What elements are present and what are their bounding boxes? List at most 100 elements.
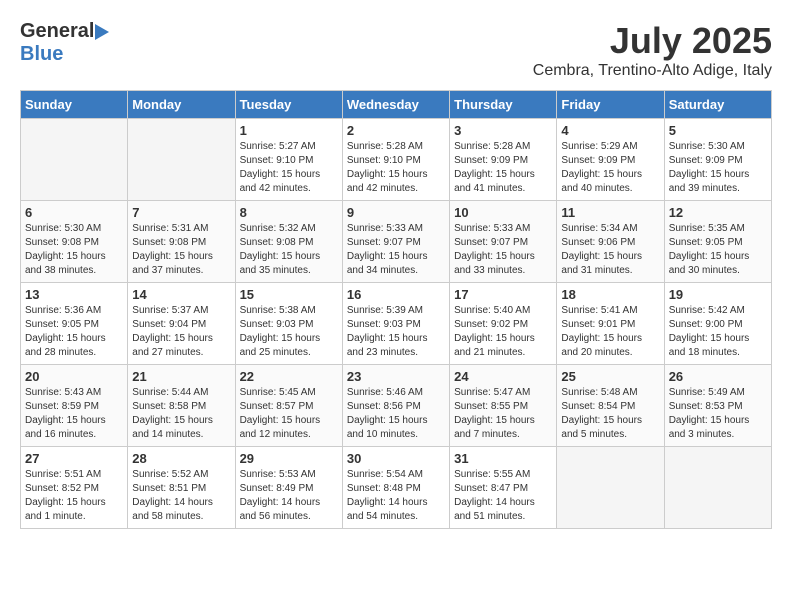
day-number: 27 [25,451,123,466]
day-info: Sunrise: 5:49 AMSunset: 8:53 PMDaylight:… [669,386,767,442]
day-number: 20 [25,369,123,384]
day-info: Sunrise: 5:39 AMSunset: 9:03 PMDaylight:… [347,304,445,360]
day-number: 22 [240,369,338,384]
day-number: 2 [347,123,445,138]
day-number: 30 [347,451,445,466]
day-info: Sunrise: 5:47 AMSunset: 8:55 PMDaylight:… [454,386,552,442]
day-info: Sunrise: 5:52 AMSunset: 8:51 PMDaylight:… [132,468,230,524]
day-number: 31 [454,451,552,466]
calendar-day-cell: 20Sunrise: 5:43 AMSunset: 8:59 PMDayligh… [21,365,128,447]
day-info: Sunrise: 5:48 AMSunset: 8:54 PMDaylight:… [561,386,659,442]
calendar-day-cell: 4 Sunrise: 5:29 AMSunset: 9:09 PMDaylight… [557,119,664,201]
calendar-week-row: 13Sunrise: 5:36 AMSunset: 9:05 PMDayligh… [21,283,772,365]
day-number: 19 [669,287,767,302]
calendar-day-cell: 8 Sunrise: 5:32 AMSunset: 9:08 PMDaylight… [235,201,342,283]
calendar-day-cell: 6Sunrise: 5:30 AMSunset: 9:08 PMDaylight… [21,201,128,283]
calendar-day-cell: 19 Sunrise: 5:42 AMSunset: 9:00 PMDayligh… [664,283,771,365]
day-number: 4 [561,123,659,138]
calendar-day-header: Saturday [664,91,771,119]
day-info: Sunrise: 5:30 AMSunset: 9:09 PMDaylight:… [669,140,767,196]
day-number: 15 [240,287,338,302]
day-info: Sunrise: 5:53 AMSunset: 8:49 PMDaylight:… [240,468,338,524]
day-info: Sunrise: 5:45 AMSunset: 8:57 PMDaylight:… [240,386,338,442]
day-info: Sunrise: 5:32 AMSunset: 9:08 PMDaylight:… [240,222,338,278]
calendar-day-header: Wednesday [342,91,449,119]
day-info: Sunrise: 5:41 AMSunset: 9:01 PMDaylight:… [561,304,659,360]
day-info: Sunrise: 5:55 AMSunset: 8:47 PMDaylight:… [454,468,552,524]
day-number: 8 [240,205,338,220]
day-number: 9 [347,205,445,220]
day-number: 24 [454,369,552,384]
calendar-day-cell: 26 Sunrise: 5:49 AMSunset: 8:53 PMDayligh… [664,365,771,447]
day-number: 18 [561,287,659,302]
logo-general: General [20,20,94,43]
day-info: Sunrise: 5:28 AMSunset: 9:10 PMDaylight:… [347,140,445,196]
calendar-day-cell: 23 Sunrise: 5:46 AMSunset: 8:56 PMDayligh… [342,365,449,447]
day-info: Sunrise: 5:30 AMSunset: 9:08 PMDaylight:… [25,222,123,278]
day-info: Sunrise: 5:54 AMSunset: 8:48 PMDaylight:… [347,468,445,524]
day-info: Sunrise: 5:29 AMSunset: 9:09 PMDaylight:… [561,140,659,196]
calendar-week-row: 6Sunrise: 5:30 AMSunset: 9:08 PMDaylight… [21,201,772,283]
day-info: Sunrise: 5:33 AMSunset: 9:07 PMDaylight:… [454,222,552,278]
calendar-day-cell [557,447,664,529]
day-number: 13 [25,287,123,302]
calendar-day-cell: 5Sunrise: 5:30 AMSunset: 9:09 PMDaylight… [664,119,771,201]
calendar-day-cell: 21 Sunrise: 5:44 AMSunset: 8:58 PMDayligh… [128,365,235,447]
day-number: 29 [240,451,338,466]
day-number: 26 [669,369,767,384]
calendar-day-cell: 30 Sunrise: 5:54 AMSunset: 8:48 PMDayligh… [342,447,449,529]
logo-blue: Blue [20,43,63,65]
calendar-table: SundayMondayTuesdayWednesdayThursdayFrid… [20,90,772,529]
calendar-day-cell: 22 Sunrise: 5:45 AMSunset: 8:57 PMDayligh… [235,365,342,447]
calendar-day-cell [128,119,235,201]
calendar-day-cell: 12Sunrise: 5:35 AMSunset: 9:05 PMDayligh… [664,201,771,283]
calendar-week-row: 1 Sunrise: 5:27 AMSunset: 9:10 PMDaylight… [21,119,772,201]
calendar-day-cell: 14 Sunrise: 5:37 AMSunset: 9:04 PMDayligh… [128,283,235,365]
day-number: 21 [132,369,230,384]
calendar-day-cell: 1 Sunrise: 5:27 AMSunset: 9:10 PMDaylight… [235,119,342,201]
calendar-day-header: Sunday [21,91,128,119]
day-number: 25 [561,369,659,384]
calendar-day-cell: 18 Sunrise: 5:41 AMSunset: 9:01 PMDayligh… [557,283,664,365]
calendar-day-cell: 28Sunrise: 5:52 AMSunset: 8:51 PMDayligh… [128,447,235,529]
calendar-day-cell: 24 Sunrise: 5:47 AMSunset: 8:55 PMDayligh… [450,365,557,447]
day-number: 1 [240,123,338,138]
day-info: Sunrise: 5:31 AMSunset: 9:08 PMDaylight:… [132,222,230,278]
calendar-day-cell: 10 Sunrise: 5:33 AMSunset: 9:07 PMDayligh… [450,201,557,283]
day-info: Sunrise: 5:38 AMSunset: 9:03 PMDaylight:… [240,304,338,360]
day-info: Sunrise: 5:46 AMSunset: 8:56 PMDaylight:… [347,386,445,442]
day-number: 3 [454,123,552,138]
calendar-day-cell [664,447,771,529]
day-info: Sunrise: 5:37 AMSunset: 9:04 PMDaylight:… [132,304,230,360]
day-info: Sunrise: 5:34 AMSunset: 9:06 PMDaylight:… [561,222,659,278]
calendar-day-cell: 9 Sunrise: 5:33 AMSunset: 9:07 PMDaylight… [342,201,449,283]
calendar-day-cell: 7 Sunrise: 5:31 AMSunset: 9:08 PMDaylight… [128,201,235,283]
day-number: 7 [132,205,230,220]
day-info: Sunrise: 5:44 AMSunset: 8:58 PMDaylight:… [132,386,230,442]
calendar-day-header: Thursday [450,91,557,119]
calendar-day-cell: 3Sunrise: 5:28 AMSunset: 9:09 PMDaylight… [450,119,557,201]
calendar-day-header: Monday [128,91,235,119]
day-info: Sunrise: 5:35 AMSunset: 9:05 PMDaylight:… [669,222,767,278]
calendar-day-cell: 31 Sunrise: 5:55 AMSunset: 8:47 PMDayligh… [450,447,557,529]
day-number: 14 [132,287,230,302]
calendar-day-cell: 11Sunrise: 5:34 AMSunset: 9:06 PMDayligh… [557,201,664,283]
day-info: Sunrise: 5:27 AMSunset: 9:10 PMDaylight:… [240,140,338,196]
day-number: 16 [347,287,445,302]
calendar-week-row: 27 Sunrise: 5:51 AMSunset: 8:52 PMDayligh… [21,447,772,529]
calendar-day-cell: 15 Sunrise: 5:38 AMSunset: 9:03 PMDayligh… [235,283,342,365]
day-number: 17 [454,287,552,302]
day-info: Sunrise: 5:33 AMSunset: 9:07 PMDaylight:… [347,222,445,278]
day-number: 10 [454,205,552,220]
logo: General Blue [20,20,109,66]
calendar-day-cell: 27 Sunrise: 5:51 AMSunset: 8:52 PMDayligh… [21,447,128,529]
calendar-day-header: Friday [557,91,664,119]
calendar-day-cell: 13Sunrise: 5:36 AMSunset: 9:05 PMDayligh… [21,283,128,365]
calendar-day-header: Tuesday [235,91,342,119]
day-number: 23 [347,369,445,384]
calendar-day-cell: 29 Sunrise: 5:53 AMSunset: 8:49 PMDayligh… [235,447,342,529]
day-info: Sunrise: 5:51 AMSunset: 8:52 PMDaylight:… [25,468,123,524]
calendar-header-row: SundayMondayTuesdayWednesdayThursdayFrid… [21,91,772,119]
logo-arrow-icon [95,24,109,40]
day-info: Sunrise: 5:42 AMSunset: 9:00 PMDaylight:… [669,304,767,360]
